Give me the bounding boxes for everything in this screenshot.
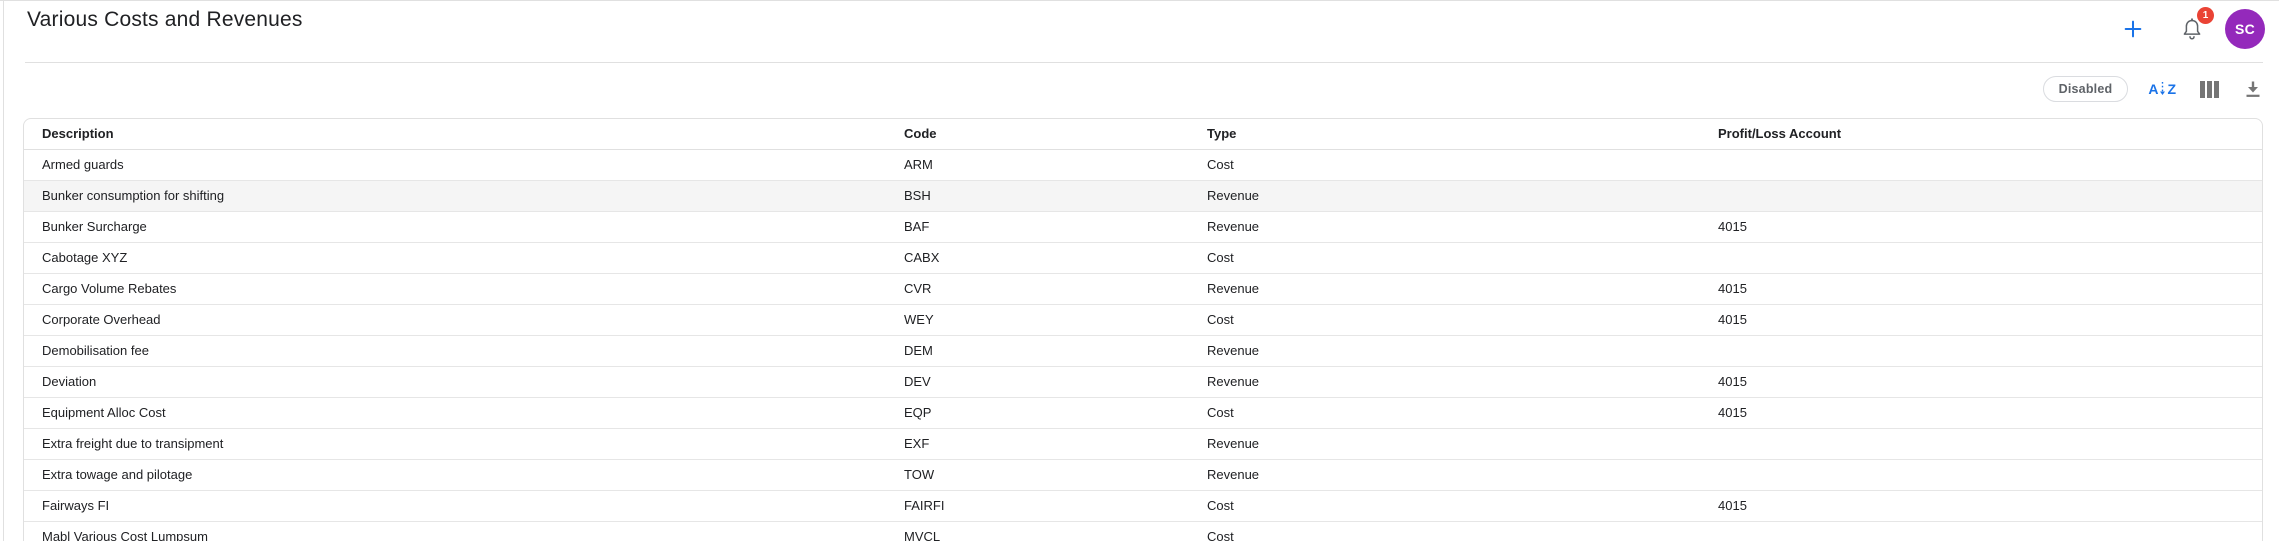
table-row[interactable]: Bunker SurchargeBAFRevenue4015 bbox=[24, 211, 2263, 242]
cell-description: Cargo Volume Rebates bbox=[24, 273, 886, 304]
sort-arrow-icon bbox=[2159, 80, 2166, 98]
avatar[interactable]: SC bbox=[2225, 9, 2265, 49]
cell-description: Fairways FI bbox=[24, 490, 886, 521]
cell-type: Cost bbox=[1189, 242, 1700, 273]
cell-type: Revenue bbox=[1189, 335, 1700, 366]
cell-type: Revenue bbox=[1189, 428, 1700, 459]
page-title: Various Costs and Revenues bbox=[27, 8, 303, 32]
toolbar: Disabled A Z bbox=[2043, 75, 2263, 103]
cell-profit-loss-account bbox=[1700, 428, 2263, 459]
columns-button[interactable] bbox=[2200, 81, 2219, 98]
download-button[interactable] bbox=[2243, 79, 2263, 99]
plus-icon bbox=[2122, 18, 2144, 40]
cell-code: WEY bbox=[886, 304, 1189, 335]
cell-profit-loss-account: 4015 bbox=[1700, 490, 2263, 521]
add-button[interactable] bbox=[2121, 17, 2145, 41]
cell-type: Cost bbox=[1189, 304, 1700, 335]
cell-code: EXF bbox=[886, 428, 1189, 459]
cell-type: Revenue bbox=[1189, 211, 1700, 242]
cell-description: Cabotage XYZ bbox=[24, 242, 886, 273]
table-row[interactable]: Equipment Alloc CostEQPCost4015 bbox=[24, 397, 2263, 428]
cell-type: Cost bbox=[1189, 149, 1700, 180]
table-row[interactable]: DeviationDEVRevenue4015 bbox=[24, 366, 2263, 397]
table-row[interactable]: Armed guardsARMCost bbox=[24, 149, 2263, 180]
cell-profit-loss-account: 4015 bbox=[1700, 366, 2263, 397]
cell-description: Bunker Surcharge bbox=[24, 211, 886, 242]
column-header-description[interactable]: Description bbox=[24, 119, 886, 149]
table-body: Armed guardsARMCostBunker consumption fo… bbox=[24, 149, 2263, 541]
cell-description: Mabl Various Cost Lumpsum bbox=[24, 521, 886, 541]
cell-profit-loss-account bbox=[1700, 242, 2263, 273]
table-row[interactable]: Cabotage XYZCABXCost bbox=[24, 242, 2263, 273]
cell-code: FAIRFI bbox=[886, 490, 1189, 521]
cell-code: TOW bbox=[886, 459, 1189, 490]
cell-type: Revenue bbox=[1189, 273, 1700, 304]
cell-code: CABX bbox=[886, 242, 1189, 273]
table-row[interactable]: Mabl Various Cost LumpsumMVCLCost bbox=[24, 521, 2263, 541]
header-actions: 1 SC bbox=[2121, 7, 2265, 51]
cell-description: Deviation bbox=[24, 366, 886, 397]
cell-code: DEM bbox=[886, 335, 1189, 366]
disabled-filter-button[interactable]: Disabled bbox=[2043, 76, 2129, 102]
cell-description: Extra towage and pilotage bbox=[24, 459, 886, 490]
panel-left-border bbox=[3, 1, 4, 541]
column-header-code[interactable]: Code bbox=[886, 119, 1189, 149]
cell-type: Revenue bbox=[1189, 366, 1700, 397]
cell-type: Cost bbox=[1189, 490, 1700, 521]
column-header-profit-loss-account[interactable]: Profit/Loss Account bbox=[1700, 119, 2263, 149]
columns-icon bbox=[2200, 81, 2219, 98]
cell-description: Bunker consumption for shifting bbox=[24, 180, 886, 211]
table-header-row: Description Code Type Profit/Loss Accoun… bbox=[24, 119, 2263, 149]
cell-code: BSH bbox=[886, 180, 1189, 211]
cell-profit-loss-account bbox=[1700, 335, 2263, 366]
cell-type: Cost bbox=[1189, 397, 1700, 428]
download-icon bbox=[2243, 79, 2263, 99]
cell-profit-loss-account: 4015 bbox=[1700, 273, 2263, 304]
cell-description: Extra freight due to transipment bbox=[24, 428, 886, 459]
table-row[interactable]: Demobilisation feeDEMRevenue bbox=[24, 335, 2263, 366]
cell-code: EQP bbox=[886, 397, 1189, 428]
sort-letter-a: A bbox=[2148, 81, 2158, 97]
cell-profit-loss-account: 4015 bbox=[1700, 304, 2263, 335]
data-table: Description Code Type Profit/Loss Accoun… bbox=[23, 118, 2263, 541]
cell-profit-loss-account bbox=[1700, 521, 2263, 541]
cell-profit-loss-account bbox=[1700, 459, 2263, 490]
cell-code: ARM bbox=[886, 149, 1189, 180]
table-row[interactable]: Cargo Volume RebatesCVRRevenue4015 bbox=[24, 273, 2263, 304]
cell-code: DEV bbox=[886, 366, 1189, 397]
notifications-button[interactable]: 1 bbox=[2179, 14, 2205, 44]
cell-profit-loss-account bbox=[1700, 180, 2263, 211]
cell-code: BAF bbox=[886, 211, 1189, 242]
cell-type: Revenue bbox=[1189, 180, 1700, 211]
table-row[interactable]: Fairways FIFAIRFICost4015 bbox=[24, 490, 2263, 521]
cell-profit-loss-account bbox=[1700, 149, 2263, 180]
cell-code: CVR bbox=[886, 273, 1189, 304]
cell-code: MVCL bbox=[886, 521, 1189, 541]
cell-description: Equipment Alloc Cost bbox=[24, 397, 886, 428]
cell-description: Demobilisation fee bbox=[24, 335, 886, 366]
table-row[interactable]: Bunker consumption for shiftingBSHRevenu… bbox=[24, 180, 2263, 211]
cell-description: Corporate Overhead bbox=[24, 304, 886, 335]
table-row[interactable]: Corporate OverheadWEYCost4015 bbox=[24, 304, 2263, 335]
notification-badge: 1 bbox=[2197, 7, 2214, 24]
column-header-type[interactable]: Type bbox=[1189, 119, 1700, 149]
cell-type: Revenue bbox=[1189, 459, 1700, 490]
sort-alphabetical-button[interactable]: A Z bbox=[2148, 80, 2176, 98]
table-row[interactable]: Extra freight due to transipmentEXFReven… bbox=[24, 428, 2263, 459]
title-divider bbox=[25, 62, 2263, 63]
sort-letter-z: Z bbox=[2167, 81, 2176, 97]
cell-profit-loss-account: 4015 bbox=[1700, 397, 2263, 428]
cell-profit-loss-account: 4015 bbox=[1700, 211, 2263, 242]
cell-description: Armed guards bbox=[24, 149, 886, 180]
table-row[interactable]: Extra towage and pilotageTOWRevenue bbox=[24, 459, 2263, 490]
cell-type: Cost bbox=[1189, 521, 1700, 541]
